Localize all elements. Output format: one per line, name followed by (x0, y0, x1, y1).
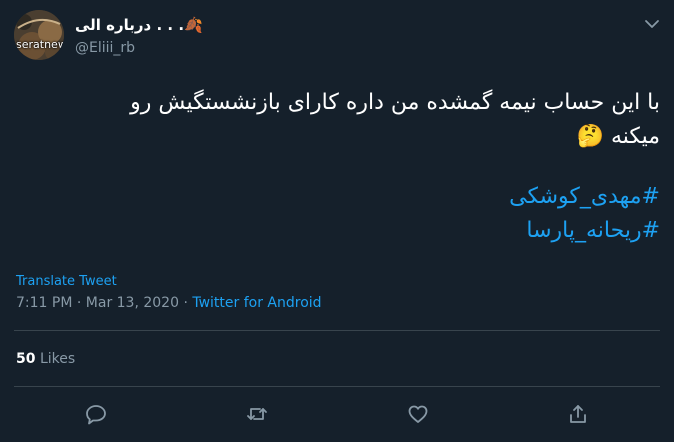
heart-icon (408, 405, 428, 423)
author-name-text: درباره الی . . . (75, 16, 185, 34)
avatar[interactable]: seratnews.ir (14, 10, 64, 60)
meta-separator-2: · (183, 295, 188, 311)
tweet-text-line-2-words: میکنه (610, 124, 660, 149)
avatar-image (14, 10, 64, 60)
more-options-button[interactable] (642, 14, 662, 34)
translate-tweet-link[interactable]: Translate Tweet (16, 274, 117, 289)
leaf-emoji: 🍂 (184, 16, 203, 34)
tweet-meta: 7:11 PM · Mar 13, 2020 · Twitter for And… (16, 295, 322, 311)
retweet-button[interactable] (245, 402, 269, 426)
share-icon (570, 405, 586, 423)
divider (14, 330, 660, 331)
like-button[interactable] (406, 402, 430, 426)
reply-icon (86, 405, 106, 425)
reply-button[interactable] (84, 402, 108, 426)
tweet-text-line-2: میکنه 🤔 (14, 120, 660, 154)
avatar-watermark-text: seratnews.ir (16, 38, 64, 51)
likes-label: Likes (39, 351, 76, 367)
likes-count: 50 (16, 351, 36, 367)
author-display-name[interactable]: درباره الی . . .🍂 (75, 16, 203, 34)
author-handle[interactable]: @Eliii_rb (75, 40, 135, 56)
tweet-time[interactable]: 7:11 PM (16, 295, 72, 311)
meta-separator: · (76, 295, 82, 311)
hashtag-link-1[interactable]: #مهدی_کوشکی (509, 184, 660, 209)
share-button[interactable] (566, 402, 590, 426)
tweet-text: با این حساب نیمه گمشده من داره کارای باز… (14, 86, 660, 154)
divider (14, 386, 660, 387)
hashtag-link-2[interactable]: #ریحانه_پارسا (526, 218, 660, 243)
tweet-source-link[interactable]: Twitter for Android (192, 295, 321, 311)
chevron-down-icon (645, 20, 659, 28)
likes-stat[interactable]: 50 Likes (16, 351, 75, 367)
tweet-text-line-1: با این حساب نیمه گمشده من داره کارای باز… (130, 90, 660, 115)
tweet-card: seratnews.ir درباره الی . . .🍂 @Eliii_rb… (0, 0, 674, 442)
retweet-icon (247, 408, 267, 420)
thinking-face-emoji: 🤔 (576, 124, 604, 149)
tweet-date[interactable]: Mar 13, 2020 (86, 295, 179, 311)
